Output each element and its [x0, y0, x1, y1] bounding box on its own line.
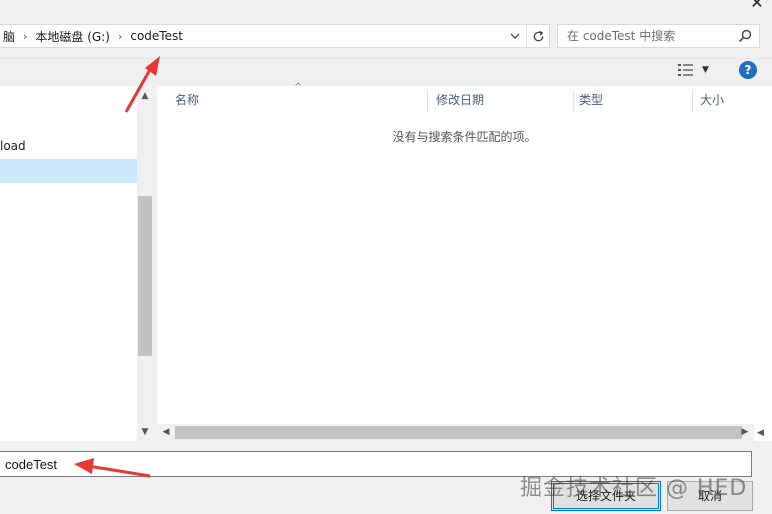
view-options-icon[interactable] — [677, 62, 695, 78]
list-horizontal-scrollbar[interactable]: ◀ ▶ — [157, 424, 754, 441]
view-dropdown-icon[interactable]: ▼ — [702, 62, 712, 78]
column-header-label: 修改日期 — [436, 93, 485, 107]
scroll-left-icon[interactable]: ◀ — [757, 425, 771, 441]
nav-vertical-scrollbar[interactable]: ▲ ▼ — [137, 86, 153, 441]
scrollbar-thumb[interactable] — [138, 196, 152, 356]
window-close-icon[interactable]: ✕ — [748, 0, 766, 12]
watermark: 掘金技术社区 @ HED — [520, 476, 748, 501]
breadcrumb-folder[interactable]: codeTest — [126, 29, 187, 43]
column-header-label: 大小 — [700, 93, 725, 107]
scroll-left-icon[interactable]: ◀ — [159, 424, 173, 441]
column-divider[interactable] — [427, 90, 428, 112]
search-box[interactable]: 在 codeTest 中搜索 — [557, 24, 760, 48]
scrollbar-thumb[interactable] — [175, 426, 742, 439]
refresh-icon[interactable] — [526, 25, 549, 47]
scroll-down-icon[interactable]: ▼ — [137, 424, 153, 440]
column-header-label: 名称 — [175, 93, 200, 107]
column-header-label: 类型 — [579, 93, 604, 107]
toolbar-divider — [0, 58, 772, 59]
address-history-dropdown-icon[interactable] — [505, 25, 525, 47]
nav-item-label: load — [0, 139, 26, 153]
column-divider[interactable] — [573, 90, 574, 112]
breadcrumb: 脑 › 本地磁盘 (G:) › codeTest — [0, 25, 187, 47]
sort-ascending-icon: ^ — [294, 82, 303, 93]
search-input[interactable]: 在 codeTest 中搜索 — [567, 25, 675, 47]
nav-item-selected[interactable] — [0, 159, 137, 183]
navigation-pane: load ▲ ▼ — [0, 86, 153, 441]
address-bar[interactable]: 脑 › 本地磁盘 (G:) › codeTest — [0, 24, 550, 48]
column-header-type[interactable]: 类型 — [579, 86, 691, 114]
scroll-right-icon[interactable]: ▶ — [738, 424, 752, 441]
breadcrumb-separator-icon[interactable]: › — [114, 30, 126, 43]
file-list: 名称 ^ 修改日期 类型 大小 没有与搜索条件匹配的项。 — [157, 82, 772, 441]
empty-list-message: 没有与搜索条件匹配的项。 — [392, 130, 537, 144]
breadcrumb-computer[interactable]: 脑 — [0, 28, 19, 45]
column-header-date-modified[interactable]: 修改日期 — [436, 86, 571, 114]
help-icon[interactable]: ? — [739, 61, 757, 79]
column-divider[interactable] — [692, 90, 693, 112]
column-header-size[interactable]: 大小 — [700, 86, 760, 114]
scroll-up-icon[interactable]: ▲ — [137, 88, 153, 104]
magnifier-icon[interactable] — [737, 28, 753, 44]
nav-item-download[interactable]: load — [0, 134, 137, 158]
breadcrumb-drive[interactable]: 本地磁盘 (G:) — [31, 28, 114, 45]
breadcrumb-separator-icon[interactable]: › — [19, 30, 31, 43]
